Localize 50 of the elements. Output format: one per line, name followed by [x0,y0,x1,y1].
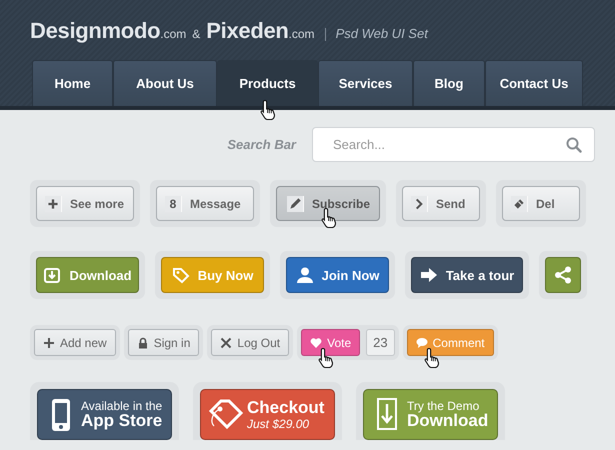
button-label: Try the Demo [407,400,480,412]
count-badge: 8 [165,196,182,212]
arrow-icon [420,266,438,284]
button-label: Available in the [81,400,162,412]
button[interactable] [545,257,581,293]
nav-tab[interactable]: Services [318,60,413,106]
document-download-icon [376,398,398,432]
phone-icon [50,398,72,432]
padlock-icon [136,336,149,348]
domain-suffix: .com [288,27,315,41]
nav-tab[interactable]: About Us [113,60,217,106]
vote-count: 23 [366,329,395,356]
brand-name: Designmodo [30,18,160,44]
button-label: Download [407,412,488,429]
brand-name: Pixeden [206,18,289,44]
button[interactable]: Checkout Just $29.00 [200,389,335,440]
domain-suffix: .com [160,27,186,41]
button[interactable]: Join Now [286,257,389,293]
button[interactable]: Sign in [128,329,200,356]
button[interactable]: Log Out [211,329,290,356]
tray-download-icon [43,266,62,284]
plus-icon [45,196,62,212]
plus-icon [43,336,55,348]
search-icon [566,137,582,153]
button[interactable]: Take a tour [411,257,523,293]
nav-tab[interactable]: Home [32,60,113,106]
search-label: Search Bar [227,137,296,152]
tagline: Psd Web UI Set [336,26,428,41]
button[interactable]: 8 Message [156,186,254,221]
nav-tab[interactable]: Contact Us [485,60,583,106]
button[interactable]: Send [402,186,480,221]
button-label: App Store [81,412,162,429]
nav-tab[interactable]: Blog [413,60,485,106]
button[interactable]: See more [36,186,134,221]
ampersand: & [192,27,200,41]
button[interactable]: Try the Demo Download [363,389,498,440]
button[interactable]: Available in the App Store [37,389,172,440]
button-label: Checkout [247,399,324,416]
x-icon [220,336,232,348]
tag-icon [172,266,190,284]
button[interactable]: Download [36,257,139,293]
share-icon [554,266,572,284]
search-field[interactable]: Search... [312,127,595,162]
heart-icon [310,336,322,348]
pencil-icon [287,196,304,212]
button[interactable]: Add new [34,329,116,356]
button[interactable]: Del [502,186,580,221]
speech-bubble-icon [416,336,428,348]
button-label: Just $29.00 [247,418,310,430]
person-icon [296,266,314,284]
